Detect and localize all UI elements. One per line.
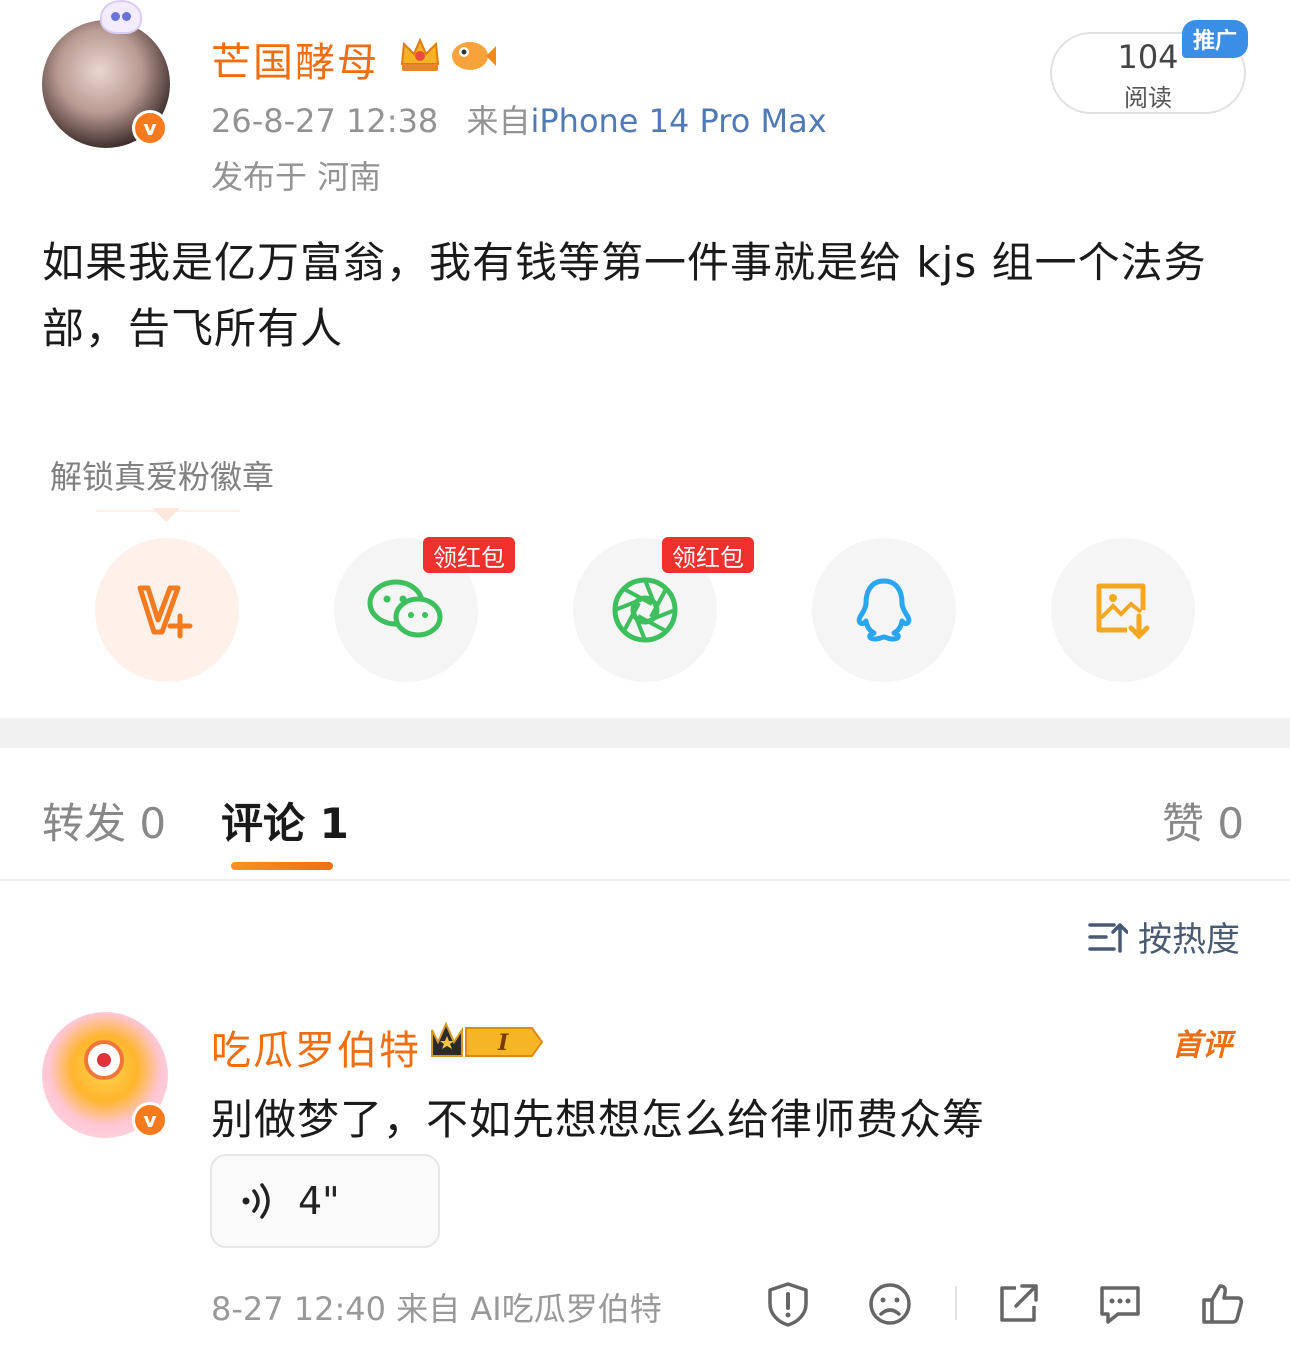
v-plus-button[interactable] <box>95 538 239 682</box>
voice-message[interactable]: 4" <box>210 1154 440 1248</box>
post-location: 发布于 河南 <box>211 158 382 196</box>
like-thumb-icon[interactable] <box>1198 1280 1246 1328</box>
post-timestamp: 26-8-27 12:38 <box>211 102 439 140</box>
tooltip-arrow <box>152 508 180 522</box>
author-name[interactable]: 芒国酵母 <box>211 30 379 88</box>
tabs-divider <box>0 879 1290 881</box>
mascot-eye-icon <box>84 1040 124 1080</box>
dislike-face-icon[interactable] <box>866 1280 914 1328</box>
promote-tag[interactable]: 推广 <box>1182 20 1248 58</box>
sort-by-hot-button[interactable]: 按热度 <box>1088 912 1240 961</box>
verified-badge-icon: v <box>132 110 168 146</box>
save-image-button[interactable] <box>1051 538 1195 682</box>
avatar-decoration-icon <box>100 0 142 34</box>
tab-repost[interactable]: 转发 0 <box>42 790 166 851</box>
qq-share-button[interactable] <box>812 538 956 682</box>
share-icon[interactable] <box>994 1280 1042 1328</box>
commenter-name[interactable]: 吃瓜罗伯特 <box>211 1018 421 1076</box>
red-packet-tag[interactable]: 领红包 <box>662 537 754 573</box>
voice-duration: 4" <box>298 1179 340 1223</box>
fish-badge-icon <box>452 42 496 70</box>
crown-badge-icon <box>400 37 440 71</box>
comment-meta: 8-27 12:40 来自 AI吃瓜罗伯特 <box>211 1290 662 1328</box>
tab-likes[interactable]: 赞 0 <box>1162 790 1244 851</box>
unlock-fan-badge-label[interactable]: 解锁真爱粉徽章 <box>50 452 274 498</box>
voice-wave-icon <box>242 1183 270 1219</box>
source-device-link[interactable]: iPhone 14 Pro Max <box>530 102 826 140</box>
fan-level-badge-icon: I <box>431 1021 544 1057</box>
v-plus-icon <box>137 585 193 639</box>
action-separator <box>955 1286 957 1320</box>
report-shield-icon[interactable] <box>764 1280 812 1328</box>
section-divider <box>0 718 1290 748</box>
post-meta: 26-8-27 12:38 来自iPhone 14 Pro Max <box>211 96 827 142</box>
save-image-icon <box>1096 583 1150 640</box>
sort-icon <box>1088 922 1128 953</box>
sort-label: 按热度 <box>1138 920 1240 960</box>
red-packet-tag[interactable]: 领红包 <box>423 537 515 573</box>
wechat-icon <box>367 579 443 638</box>
verified-badge-icon: v <box>132 1102 168 1138</box>
active-tab-indicator <box>231 862 333 870</box>
comment-text: 别做梦了，不如先想想怎么给律师费众筹 <box>211 1095 986 1144</box>
comment-icon[interactable] <box>1096 1280 1144 1328</box>
qq-icon <box>856 578 912 642</box>
fan-level-text: I <box>497 1030 509 1056</box>
read-label: 阅读 <box>1124 84 1172 112</box>
post-body: 如果我是亿万富翁，我有钱等第一件事就是给 kjs 组一个法务部，告飞所有人 <box>42 238 1207 353</box>
first-comment-tag: 首评 <box>1172 1028 1232 1063</box>
source-prefix: 来自 <box>466 102 531 140</box>
tab-comments[interactable]: 评论 1 <box>221 790 349 851</box>
moments-icon <box>612 577 678 643</box>
